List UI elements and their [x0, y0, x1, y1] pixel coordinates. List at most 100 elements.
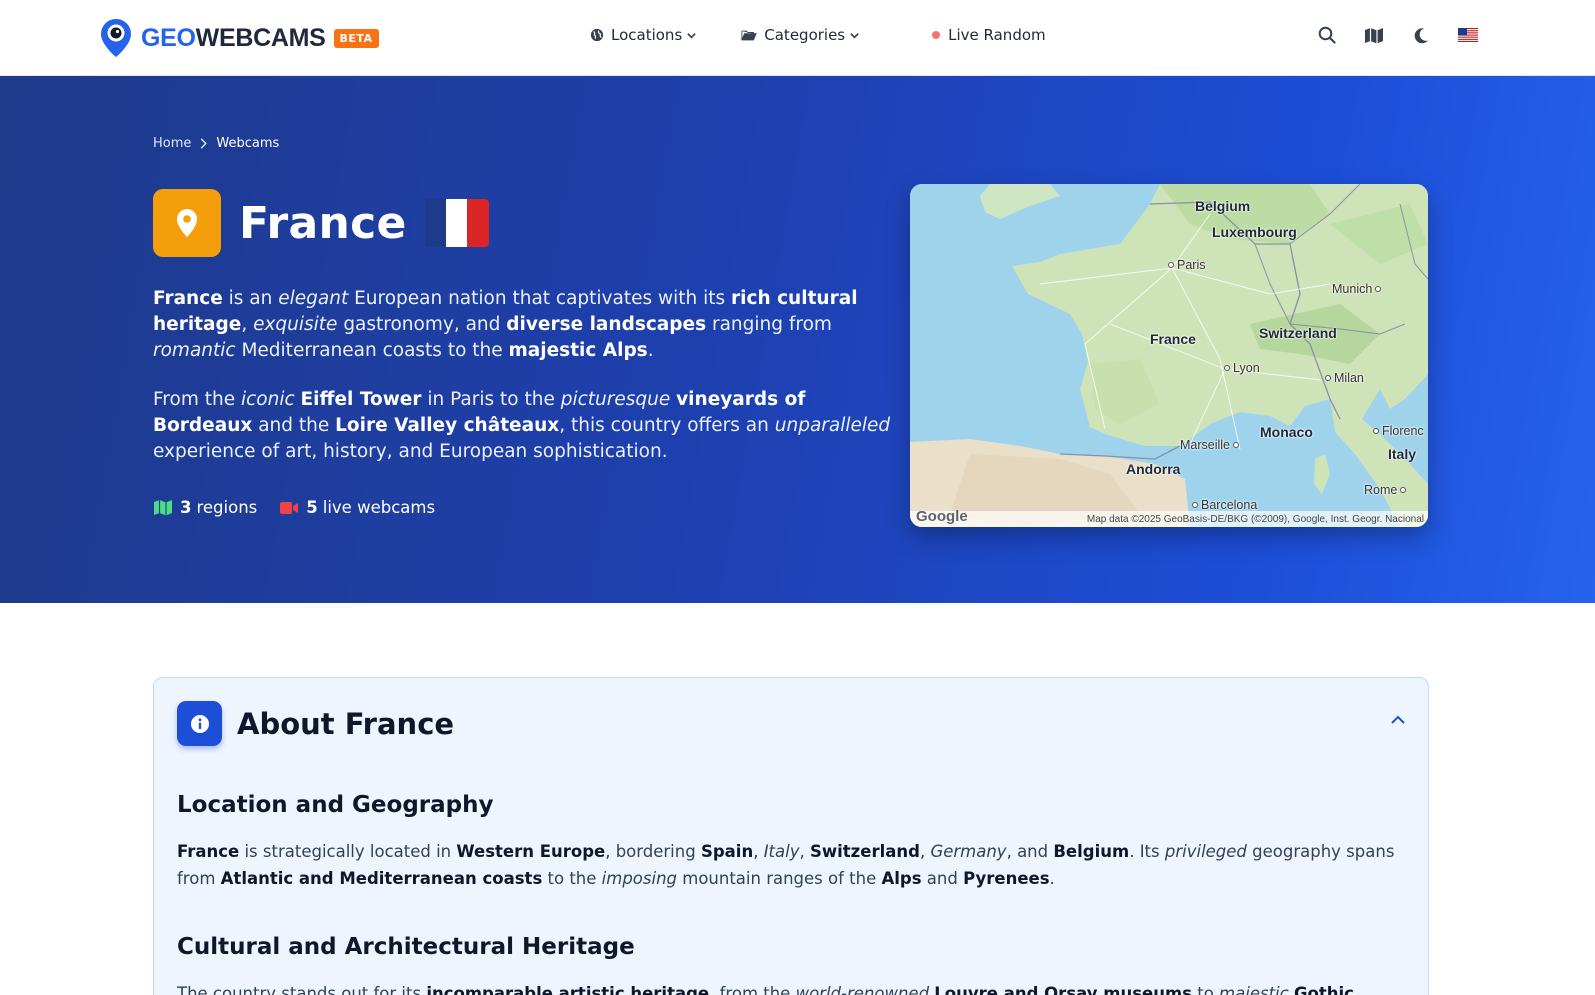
regions-label: regions [196, 498, 258, 517]
map-pin-icon [177, 209, 197, 237]
info-icon [190, 714, 209, 733]
city-dot [1325, 375, 1331, 381]
chevron-down-icon [850, 32, 859, 39]
breadcrumb-current: Webcams [216, 136, 280, 151]
text-run: experience of art, history, and European… [153, 441, 668, 462]
map-city-rome: Rome [1364, 483, 1407, 497]
text-run: , from the [709, 984, 796, 995]
city-dot [1400, 487, 1407, 493]
moon-icon [1414, 27, 1428, 43]
text-run: Eiffel Tower [300, 389, 422, 410]
search-button[interactable] [1316, 24, 1338, 46]
text-run: From the [153, 389, 241, 410]
map-label-france: France [1150, 331, 1196, 347]
text-run: privileged [1164, 842, 1247, 861]
city-label: Paris [1177, 258, 1206, 272]
text-run: and [921, 869, 964, 888]
map-label-andorra: Andorra [1126, 461, 1181, 477]
text-run: iconic [240, 389, 295, 410]
text-run: Spain [700, 842, 754, 861]
regions-count: 3 [180, 498, 192, 517]
country-map[interactable]: Belgium Luxembourg France Switzerland Mo… [910, 184, 1428, 527]
text-run: Western Europe [456, 842, 606, 861]
text-run: The country stands out for its [177, 984, 427, 995]
text-run: . Its [1129, 842, 1165, 861]
map-icon [154, 500, 172, 516]
text-run: gastronomy, and [337, 314, 507, 335]
nav-live-random[interactable]: Live Random [932, 26, 1046, 44]
site-logo[interactable]: GEOWEBCAMS BETA [100, 18, 379, 58]
text-run: , [241, 314, 254, 335]
map-attribution[interactable]: Map data ©2025 GeoBasis-DE/BKG (©2009), … [1087, 514, 1424, 525]
hero-section: Home Webcams France France is an elegant… [0, 76, 1595, 603]
hero-stats: 3 regions 5 live webcams [153, 498, 457, 517]
city-dot [1233, 442, 1240, 448]
text-run: majestic [1219, 984, 1289, 995]
map-city-marseille: Marseille [1180, 438, 1240, 452]
text-run: Mediterranean coasts to the [235, 340, 509, 361]
text-run: picturesque [560, 389, 671, 410]
france-flag-icon [424, 199, 489, 247]
search-icon [1318, 26, 1336, 44]
chevron-down-icon [687, 32, 697, 39]
breadcrumb: Home Webcams [153, 136, 279, 151]
hero-description-2: From the iconic Eiffel Tower in Paris to… [153, 387, 893, 465]
live-dot-icon [932, 31, 941, 39]
text-run: , [919, 842, 931, 861]
us-flag-icon [1458, 28, 1478, 42]
dark-mode-toggle[interactable] [1410, 24, 1432, 46]
city-label: Barcelona [1201, 498, 1258, 512]
text-run: majestic Alps [508, 340, 648, 361]
text-run: Louvre and Orsay museums [934, 984, 1192, 995]
text-run: , bordering [605, 842, 701, 861]
beta-badge: BETA [333, 28, 379, 48]
map-city-paris: Paris [1168, 258, 1205, 272]
info-badge [177, 701, 222, 746]
city-label: Rome [1364, 483, 1398, 497]
globe-icon [590, 28, 604, 42]
map-view-button[interactable] [1363, 24, 1385, 46]
text-run: ranging from [706, 314, 832, 335]
text-run: to [1191, 984, 1220, 995]
about-card: About France Location and Geography Fran… [153, 677, 1429, 995]
text-run: exquisite [253, 314, 338, 335]
chevron-up-icon[interactable] [1390, 714, 1406, 726]
text-run: is strategically located in [239, 842, 457, 861]
map-label-belgium: Belgium [1195, 198, 1251, 214]
breadcrumb-home[interactable]: Home [153, 136, 191, 151]
text-run: to the [542, 869, 602, 888]
regions-stat: 3 regions [153, 498, 257, 517]
chevron-right-icon [201, 138, 208, 149]
text-run: France [177, 842, 240, 861]
text-run: , [799, 842, 810, 861]
text-run: Belgium [1053, 842, 1130, 861]
text-run: elegant [278, 288, 349, 309]
text-run: Atlantic and Mediterranean coasts [220, 869, 543, 888]
map-label-italy: Italy [1388, 446, 1417, 462]
language-selector[interactable] [1457, 24, 1479, 46]
city-label: Florenc [1382, 424, 1424, 438]
about-card-header[interactable]: About France [177, 701, 454, 746]
section-title-heritage: Cultural and Architectural Heritage [177, 934, 635, 960]
text-run: romantic [153, 340, 236, 361]
nav-live-random-label: Live Random [948, 26, 1046, 44]
text-run: mountain ranges of the [677, 869, 882, 888]
folder-open-icon [741, 30, 758, 40]
hero-description-1: France is an elegant European nation tha… [153, 286, 893, 364]
hero-title-row: France [153, 189, 489, 257]
logo-pin-icon [101, 19, 131, 57]
map-label-luxembourg: Luxembourg [1212, 224, 1297, 240]
text-run: , and [1006, 842, 1054, 861]
nav-locations[interactable]: Locations [590, 26, 697, 44]
logo-geo: GEO [141, 23, 196, 52]
top-navbar: GEOWEBCAMS BETA Locations Categories Liv… [0, 0, 1595, 76]
nav-categories[interactable]: Categories [741, 26, 860, 44]
map-city-munich: Munich [1332, 282, 1382, 296]
map-label-switzerland: Switzerland [1259, 325, 1337, 341]
text-run: is an [222, 288, 279, 309]
map-city-lyon: Lyon [1224, 361, 1260, 375]
video-camera-icon [280, 501, 299, 514]
about-title: About France [237, 706, 455, 741]
text-run: Switzerland [809, 842, 920, 861]
text-run: France [153, 288, 223, 309]
